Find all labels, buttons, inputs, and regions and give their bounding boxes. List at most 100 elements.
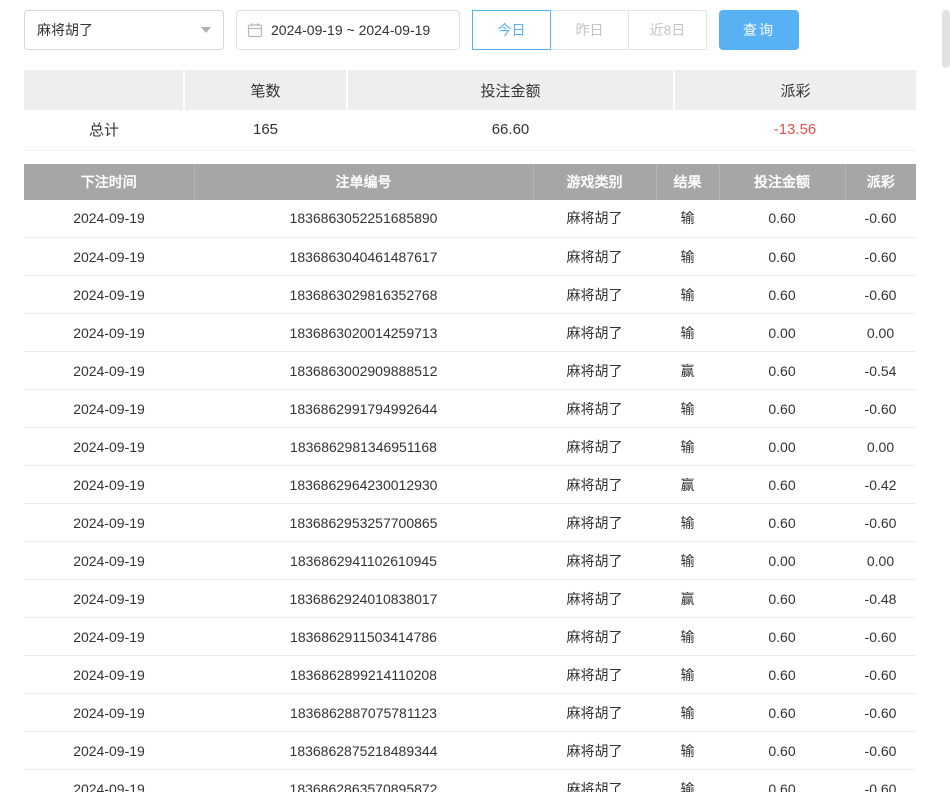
cell-date: 2024-09-19 — [24, 200, 194, 238]
summary-header-bet-amount: 投注金额 — [347, 70, 674, 110]
cell-bet_id: 1836862887075781123 — [194, 694, 533, 732]
table-row: 2024-09-191836862875218489344麻将胡了输0.60-0… — [24, 732, 916, 770]
cell-game: 麻将胡了 — [533, 314, 656, 352]
cell-game: 麻将胡了 — [533, 694, 656, 732]
table-row: 2024-09-191836862941102610945麻将胡了输0.000.… — [24, 542, 916, 580]
table-body: 2024-09-191836863052251685890麻将胡了输0.60-0… — [24, 200, 916, 792]
vertical-scrollbar[interactable] — [942, 10, 950, 68]
cell-bet_id: 1836862981346951168 — [194, 428, 533, 466]
cell-amount: 0.60 — [719, 238, 845, 276]
summary-header-row: 笔数 投注金额 派彩 — [24, 70, 916, 110]
cell-date: 2024-09-19 — [24, 504, 194, 542]
cell-result: 输 — [656, 732, 719, 770]
table-row: 2024-09-191836863020014259713麻将胡了输0.000.… — [24, 314, 916, 352]
cell-result: 输 — [656, 238, 719, 276]
cell-amount: 0.60 — [719, 694, 845, 732]
cell-game: 麻将胡了 — [533, 732, 656, 770]
game-select-value: 麻将胡了 — [37, 20, 93, 40]
cell-amount: 0.60 — [719, 390, 845, 428]
cell-bet_id: 1836862953257700865 — [194, 504, 533, 542]
quick-filter-yesterday[interactable]: 昨日 — [550, 10, 629, 50]
cell-payout: -0.54 — [845, 352, 916, 390]
cell-bet_id: 1836862991794992644 — [194, 390, 533, 428]
cell-payout: -0.60 — [845, 694, 916, 732]
cell-payout: -0.60 — [845, 276, 916, 314]
table-header-row: 下注时间注单编号游戏类别结果投注金额派彩 — [24, 164, 916, 200]
cell-date: 2024-09-19 — [24, 656, 194, 694]
quick-filter-today[interactable]: 今日 — [472, 10, 551, 50]
column-header: 游戏类别 — [533, 164, 656, 200]
cell-result: 输 — [656, 656, 719, 694]
cell-result: 赢 — [656, 580, 719, 618]
cell-game: 麻将胡了 — [533, 200, 656, 238]
cell-result: 输 — [656, 504, 719, 542]
cell-bet_id: 1836863002909888512 — [194, 352, 533, 390]
table-row: 2024-09-191836862911503414786麻将胡了输0.60-0… — [24, 618, 916, 656]
cell-payout: -0.48 — [845, 580, 916, 618]
cell-result: 输 — [656, 428, 719, 466]
cell-date: 2024-09-19 — [24, 732, 194, 770]
bet-records-table: 下注时间注单编号游戏类别结果投注金额派彩 2024-09-19183686305… — [24, 164, 916, 792]
cell-result: 输 — [656, 542, 719, 580]
summary-table: 笔数 投注金额 派彩 总计 165 66.60 -13.56 — [24, 70, 916, 151]
date-range-input[interactable]: 2024-09-19 ~ 2024-09-19 — [236, 10, 460, 50]
cell-bet_id: 1836862911503414786 — [194, 618, 533, 656]
cell-amount: 0.60 — [719, 200, 845, 238]
cell-game: 麻将胡了 — [533, 428, 656, 466]
cell-date: 2024-09-19 — [24, 314, 194, 352]
cell-result: 赢 — [656, 352, 719, 390]
cell-game: 麻将胡了 — [533, 656, 656, 694]
quick-filter-group: 今日昨日近8日 — [472, 10, 707, 50]
table-row: 2024-09-191836862953257700865麻将胡了输0.60-0… — [24, 504, 916, 542]
cell-bet_id: 1836863020014259713 — [194, 314, 533, 352]
cell-result: 输 — [656, 200, 719, 238]
cell-date: 2024-09-19 — [24, 580, 194, 618]
cell-result: 赢 — [656, 466, 719, 504]
quick-filter-last-8-days[interactable]: 近8日 — [628, 10, 707, 50]
table-row: 2024-09-191836863029816352768麻将胡了输0.60-0… — [24, 276, 916, 314]
table-row: 2024-09-191836862899214110208麻将胡了输0.60-0… — [24, 656, 916, 694]
table-row: 2024-09-191836862991794992644麻将胡了输0.60-0… — [24, 390, 916, 428]
cell-amount: 0.60 — [719, 504, 845, 542]
table-row: 2024-09-191836863002909888512麻将胡了赢0.60-0… — [24, 352, 916, 390]
calendar-icon — [247, 22, 263, 38]
cell-result: 输 — [656, 276, 719, 314]
cell-amount: 0.60 — [719, 732, 845, 770]
cell-result: 输 — [656, 618, 719, 656]
summary-header-blank — [24, 70, 184, 110]
summary-total-label: 总计 — [24, 110, 184, 150]
cell-game: 麻将胡了 — [533, 770, 656, 792]
cell-bet_id: 1836863052251685890 — [194, 200, 533, 238]
cell-game: 麻将胡了 — [533, 504, 656, 542]
cell-payout: -0.60 — [845, 200, 916, 238]
summary-total-count: 165 — [184, 110, 347, 150]
filter-bar: 麻将胡了 2024-09-19 ~ 2024-09-19 今日昨日近8日 查询 — [24, 10, 950, 50]
table-row: 2024-09-191836862887075781123麻将胡了输0.60-0… — [24, 694, 916, 732]
cell-date: 2024-09-19 — [24, 390, 194, 428]
cell-result: 输 — [656, 694, 719, 732]
table-row: 2024-09-191836862964230012930麻将胡了赢0.60-0… — [24, 466, 916, 504]
cell-date: 2024-09-19 — [24, 466, 194, 504]
cell-game: 麻将胡了 — [533, 618, 656, 656]
query-button[interactable]: 查询 — [719, 10, 799, 50]
cell-bet_id: 1836863029816352768 — [194, 276, 533, 314]
cell-amount: 0.60 — [719, 580, 845, 618]
cell-payout: 0.00 — [845, 314, 916, 352]
cell-result: 输 — [656, 770, 719, 792]
cell-payout: -0.60 — [845, 618, 916, 656]
cell-date: 2024-09-19 — [24, 770, 194, 792]
summary-header-payout: 派彩 — [674, 70, 916, 110]
cell-bet_id: 1836862899214110208 — [194, 656, 533, 694]
cell-date: 2024-09-19 — [24, 352, 194, 390]
summary-total-row: 总计 165 66.60 -13.56 — [24, 110, 916, 150]
cell-bet_id: 1836862863570895872 — [194, 770, 533, 792]
cell-amount: 0.60 — [719, 618, 845, 656]
cell-bet_id: 1836863040461487617 — [194, 238, 533, 276]
table-row: 2024-09-191836862981346951168麻将胡了输0.000.… — [24, 428, 916, 466]
cell-date: 2024-09-19 — [24, 238, 194, 276]
summary-header-count: 笔数 — [184, 70, 347, 110]
cell-bet_id: 1836862941102610945 — [194, 542, 533, 580]
game-select[interactable]: 麻将胡了 — [24, 10, 224, 50]
cell-game: 麻将胡了 — [533, 542, 656, 580]
cell-bet_id: 1836862875218489344 — [194, 732, 533, 770]
